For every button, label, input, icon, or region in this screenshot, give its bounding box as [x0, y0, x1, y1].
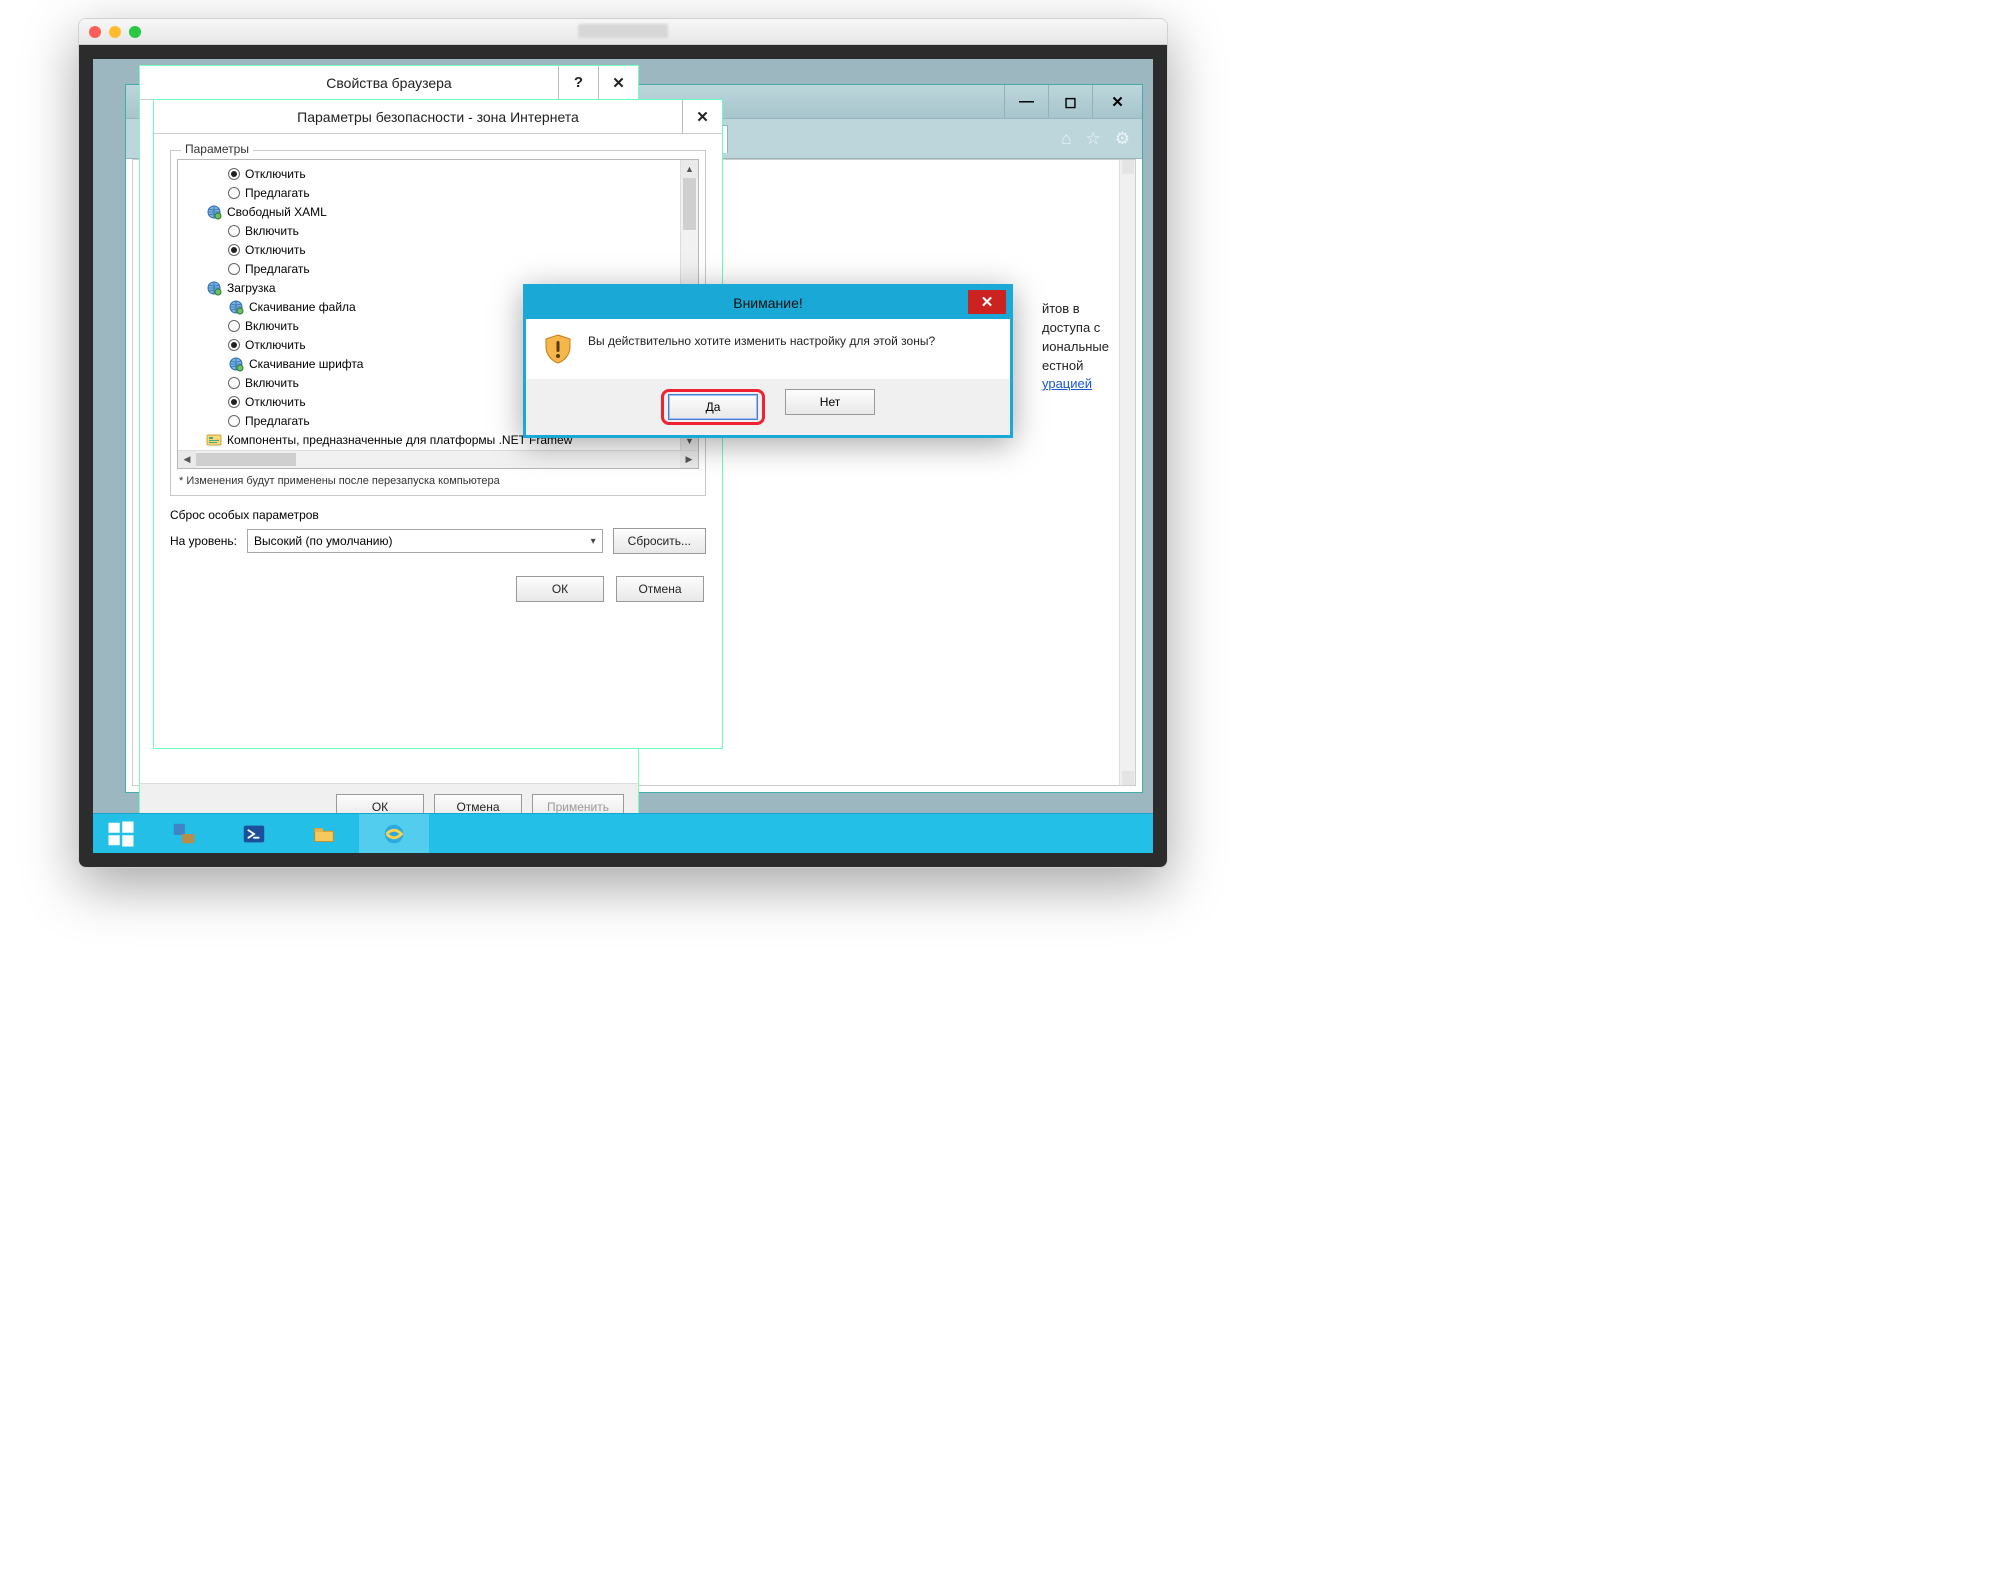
confirm-title: Внимание! ✕ [526, 287, 1010, 319]
taskbar [93, 813, 1153, 853]
reset-section: Сброс особых параметров На уровень: Высо… [170, 508, 706, 554]
windows-desktop: — ◻ ✕ й... ✕ ⌂ ☆ ⚙ сности Internet Explo… [93, 59, 1153, 853]
option-label: Предлагать [245, 414, 310, 428]
powershell-icon [241, 821, 267, 847]
tree-radio-option[interactable]: Предлагать [184, 183, 674, 202]
scroll-up-icon[interactable]: ▲ [681, 160, 698, 178]
mac-titlebar [79, 19, 1167, 45]
option-label: Включить [245, 224, 299, 238]
blurred-address [578, 24, 668, 38]
home-icon[interactable]: ⌂ [1061, 129, 1071, 149]
radio-icon [228, 187, 240, 199]
params-legend: Параметры [181, 142, 253, 156]
group-label: Свободный XAML [227, 205, 327, 219]
level-label: На уровень: [170, 534, 237, 548]
option-label: Отключить [245, 167, 306, 181]
props-title: Свойства браузера ? ✕ [140, 66, 638, 100]
level-select[interactable]: Высокий (по умолчанию) ▾ [247, 529, 603, 553]
props-title-text: Свойства браузера [326, 75, 451, 91]
host-window: — ◻ ✕ й... ✕ ⌂ ☆ ⚙ сности Internet Explo… [78, 18, 1168, 868]
ie-icon [381, 821, 407, 847]
radio-icon [228, 168, 240, 180]
confirm-text: Вы действительно хотите изменить настрой… [588, 333, 935, 365]
mac-zoom-icon[interactable] [129, 26, 141, 38]
server-manager-icon [171, 821, 197, 847]
scroll-left-icon[interactable]: ◀ [178, 451, 196, 468]
option-label: Предлагать [245, 186, 310, 200]
radio-icon [228, 320, 240, 332]
warning-shield-icon [542, 333, 574, 365]
mac-close-icon[interactable] [89, 26, 101, 38]
tree-radio-option[interactable]: Отключить [184, 240, 674, 259]
option-label: Отключить [245, 395, 306, 409]
option-label: Включить [245, 376, 299, 390]
group-label: Скачивание файла [249, 300, 356, 314]
folder-icon [311, 821, 337, 847]
sec-ok-button[interactable]: ОК [516, 576, 604, 602]
ie-close-button[interactable]: ✕ [1092, 85, 1142, 118]
tree-group: Свободный XAML [184, 202, 674, 221]
group-label: Компоненты, предназначенные для платформ… [227, 433, 572, 447]
yes-highlight: Да [661, 389, 765, 425]
sec-title: Параметры безопасности - зона Интернета … [154, 100, 722, 134]
ie-minimize-button[interactable]: — [1004, 85, 1048, 118]
restart-note: * Изменения будут применены после переза… [179, 475, 697, 487]
radio-icon [228, 244, 240, 256]
radio-icon [228, 263, 240, 275]
star-icon[interactable]: ☆ [1086, 129, 1101, 149]
option-label: Отключить [245, 338, 306, 352]
option-label: Предлагать [245, 262, 310, 276]
group-label: Загрузка [227, 281, 276, 295]
sec-cancel-button[interactable]: Отмена [616, 576, 704, 602]
gear-icon[interactable]: ⚙ [1115, 129, 1130, 149]
group-label: Скачивание шрифта [249, 357, 363, 371]
confirm-title-text: Внимание! [733, 295, 803, 311]
mac-min-icon[interactable] [109, 26, 121, 38]
windows-logo-icon [106, 819, 136, 849]
radio-icon [228, 415, 240, 427]
ie-taskbar-button[interactable] [359, 814, 429, 853]
hscroll-thumb[interactable] [196, 453, 296, 466]
radio-icon [228, 377, 240, 389]
confirm-yes-button[interactable]: Да [668, 394, 758, 420]
chevron-down-icon: ▾ [591, 536, 596, 547]
page-aside: йтов в доступа с иональные естной урацие… [1042, 300, 1109, 394]
confirm-no-button[interactable]: Нет [785, 389, 875, 415]
level-value: Высокий (по умолчанию) [254, 534, 392, 548]
tree-radio-option[interactable]: Включить [184, 221, 674, 240]
powershell-button[interactable] [219, 814, 289, 853]
confirm-dialog: Внимание! ✕ Вы действительно хотите изме… [523, 284, 1013, 438]
props-close-button[interactable]: ✕ [598, 66, 638, 99]
tree-hscrollbar[interactable]: ◀ ▶ [178, 450, 698, 468]
reset-button[interactable]: Сбросить... [613, 528, 706, 554]
radio-icon [228, 225, 240, 237]
ie-scrollbar[interactable] [1119, 160, 1135, 785]
radio-icon [228, 396, 240, 408]
radio-icon [228, 339, 240, 351]
tree-radio-option[interactable]: Предлагать [184, 259, 674, 278]
explorer-button[interactable] [289, 814, 359, 853]
option-label: Включить [245, 319, 299, 333]
confirm-close-button[interactable]: ✕ [968, 290, 1006, 314]
scroll-right-icon[interactable]: ▶ [680, 451, 698, 468]
sec-close-button[interactable]: ✕ [682, 100, 722, 133]
server-manager-button[interactable] [149, 814, 219, 853]
option-label: Отключить [245, 243, 306, 257]
tree-radio-option[interactable]: Отключить [184, 164, 674, 183]
page-link-2[interactable]: урацией [1042, 376, 1092, 391]
props-help-button[interactable]: ? [558, 66, 598, 99]
start-button[interactable] [93, 814, 149, 853]
scroll-thumb[interactable] [683, 178, 696, 230]
remote-frame: — ◻ ✕ й... ✕ ⌂ ☆ ⚙ сности Internet Explo… [79, 45, 1167, 867]
reset-label: Сброс особых параметров [170, 508, 706, 522]
sec-title-text: Параметры безопасности - зона Интернета [297, 109, 579, 125]
ie-maximize-button[interactable]: ◻ [1048, 85, 1092, 118]
